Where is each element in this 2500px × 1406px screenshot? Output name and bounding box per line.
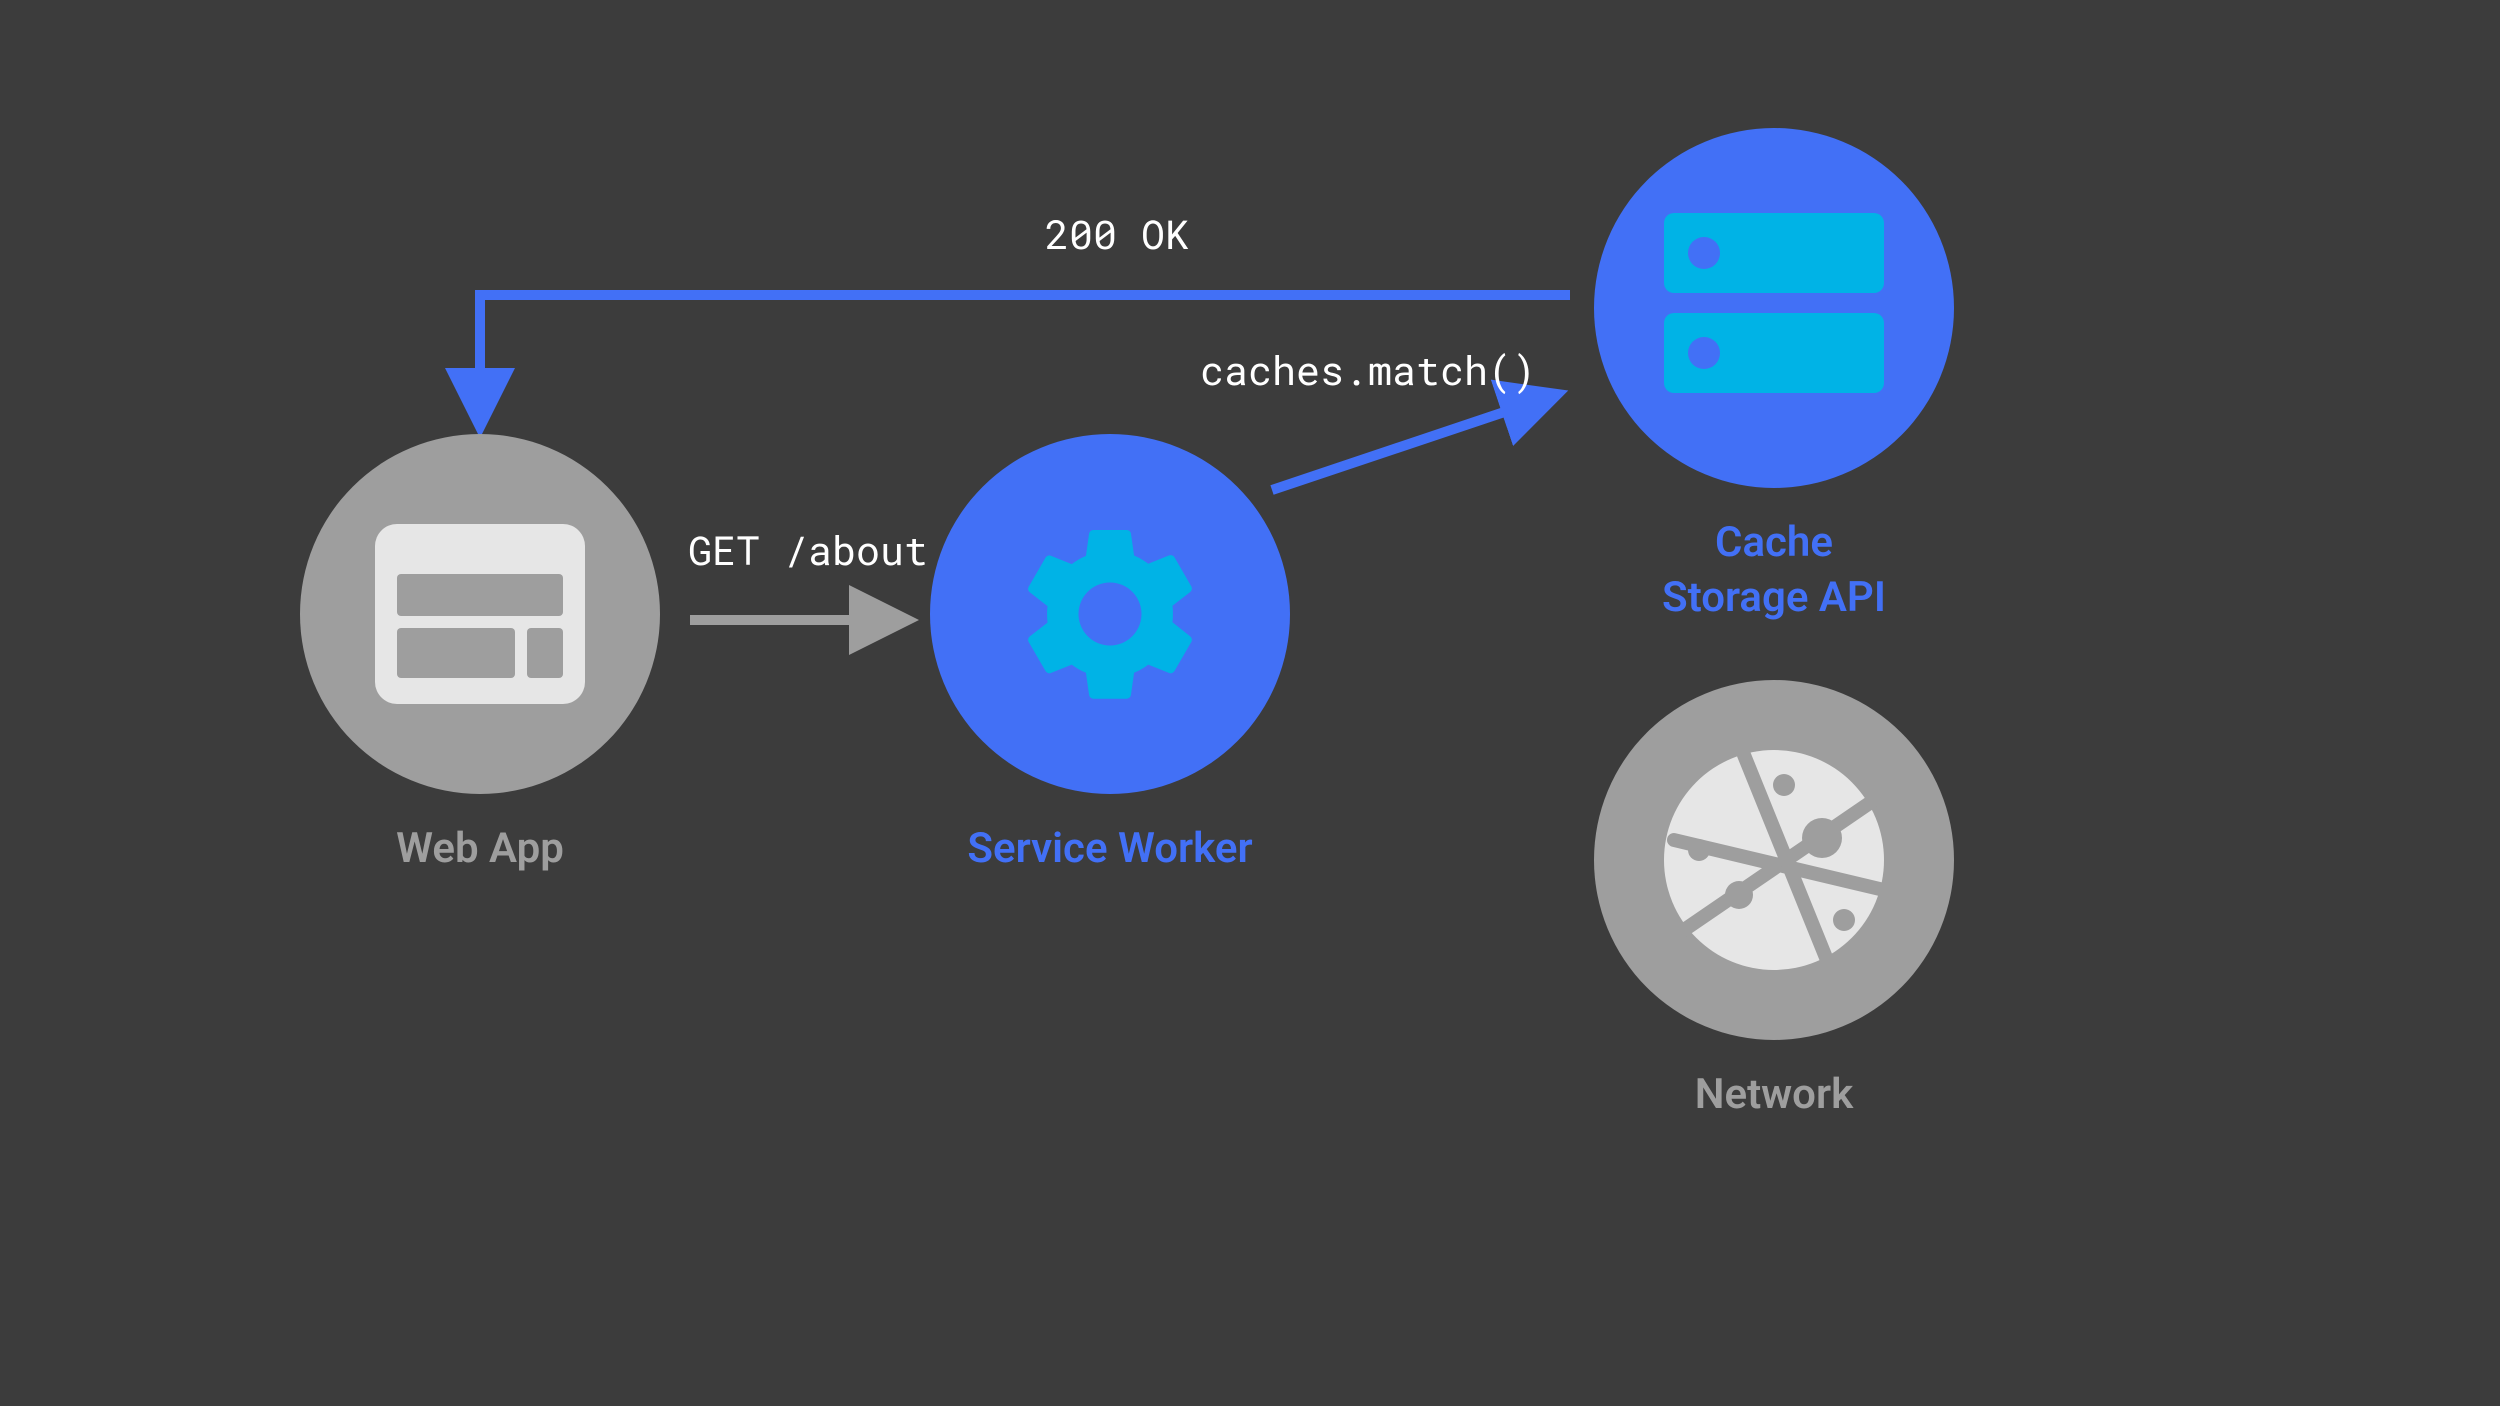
- edge-label-200-ok: 200 OK: [1045, 207, 1189, 260]
- gear-icon: [1005, 509, 1215, 719]
- network-circle: [1594, 680, 1954, 1040]
- web-app-circle: [300, 434, 660, 794]
- node-label-web-app: Web App: [300, 822, 660, 877]
- edge-label-caches-match: caches.match(): [1200, 343, 1536, 396]
- arrow-caches-match: [1272, 395, 1555, 490]
- node-label-service-worker: Service Worker: [930, 822, 1290, 877]
- edge-label-get-about: GET /about: [688, 523, 928, 576]
- network-globe-icon: [1644, 730, 1904, 990]
- storage-icon: [1664, 213, 1884, 403]
- diagram-stage: GET /about caches.match() 200 OK Web App…: [0, 0, 2500, 1406]
- node-network: Network: [1594, 680, 1954, 1123]
- browser-window-icon: [375, 524, 585, 704]
- node-label-network: Network: [1594, 1068, 1954, 1123]
- node-service-worker: Service Worker: [930, 434, 1290, 877]
- cache-storage-circle: [1594, 128, 1954, 488]
- node-web-app: Web App: [300, 434, 660, 877]
- node-label-cache-storage: Cache Storage API: [1594, 516, 1954, 625]
- node-cache-storage: Cache Storage API: [1594, 128, 1954, 625]
- service-worker-circle: [930, 434, 1290, 794]
